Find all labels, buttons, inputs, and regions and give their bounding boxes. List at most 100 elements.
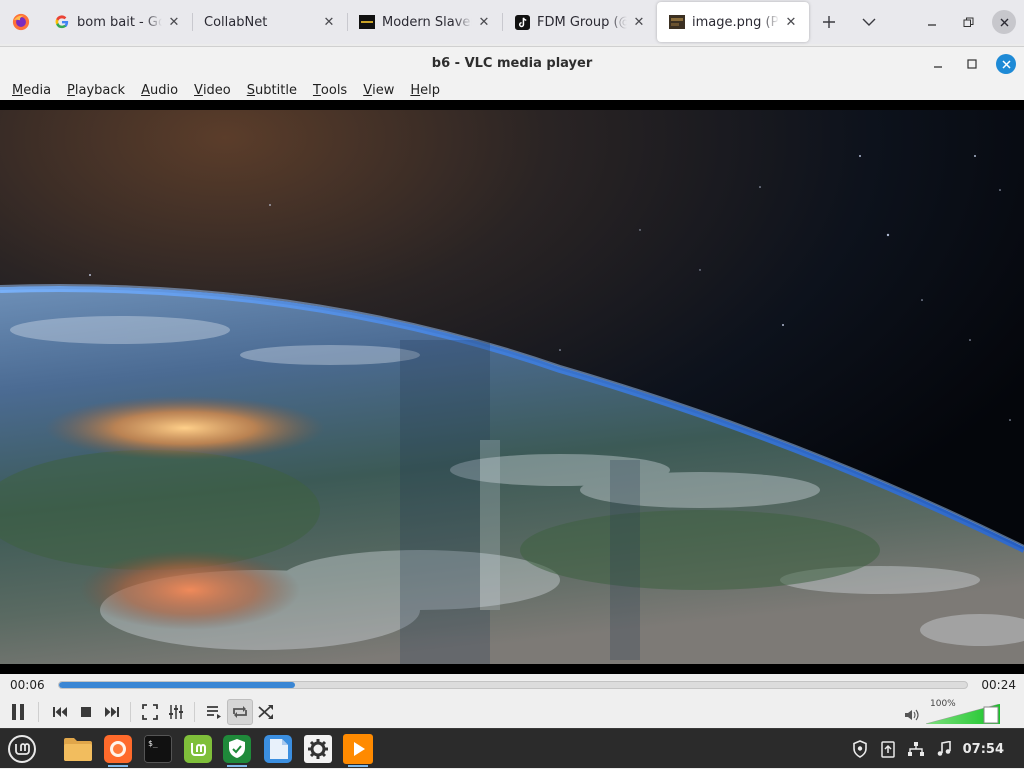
system-tray: 07:54 bbox=[851, 729, 1024, 769]
maximize-icon[interactable] bbox=[962, 54, 982, 74]
vlc-menu-bar: Media Playback Audio Video Subtitle Tool… bbox=[0, 80, 1024, 100]
next-button[interactable] bbox=[99, 699, 125, 725]
system-taskbar: $_ 07:54 bbox=[0, 728, 1024, 768]
minimize-icon[interactable] bbox=[920, 10, 944, 34]
tab-collabnet[interactable]: CollabNet ✕ bbox=[192, 2, 347, 42]
letterbox-top bbox=[0, 100, 1024, 110]
close-icon[interactable] bbox=[996, 54, 1016, 74]
letterbox-bottom bbox=[0, 664, 1024, 674]
mint-update-icon[interactable] bbox=[180, 731, 216, 767]
close-tab-icon[interactable]: ✕ bbox=[321, 14, 337, 30]
tab-fdm-group[interactable]: FDM Group (@F ✕ bbox=[502, 2, 657, 42]
equalizer-icon bbox=[169, 705, 183, 719]
menu-mnemonic: T bbox=[312, 82, 321, 98]
menu-subtitle[interactable]: Subtitle bbox=[239, 80, 305, 100]
close-tab-icon[interactable]: ✕ bbox=[631, 14, 647, 30]
site-icon bbox=[359, 14, 375, 30]
menu-video[interactable]: Video bbox=[186, 80, 239, 100]
window-title: b6 - VLC media player bbox=[431, 56, 593, 71]
menu-playback[interactable]: Playback bbox=[59, 80, 133, 100]
tiktok-icon bbox=[514, 14, 530, 30]
clipboard-icon[interactable] bbox=[879, 740, 897, 758]
terminal-icon[interactable]: $_ bbox=[140, 731, 176, 767]
previous-button[interactable] bbox=[47, 699, 73, 725]
vlc-window-controls bbox=[928, 47, 1016, 81]
fullscreen-button[interactable] bbox=[137, 699, 163, 725]
tab-title: FDM Group (@F bbox=[537, 14, 627, 30]
separator bbox=[194, 702, 195, 722]
seek-slider[interactable] bbox=[58, 681, 968, 689]
seek-row: 00:06 00:24 bbox=[0, 674, 1024, 696]
video-surface[interactable] bbox=[0, 110, 1024, 666]
menu-tools[interactable]: Tools bbox=[305, 80, 355, 100]
menu-label: elp bbox=[420, 82, 441, 98]
previous-icon bbox=[53, 707, 67, 717]
fullscreen-icon bbox=[142, 704, 158, 720]
shuffle-icon bbox=[258, 705, 273, 719]
restore-icon[interactable] bbox=[956, 10, 980, 34]
files-icon[interactable] bbox=[60, 731, 96, 767]
firefox-icon[interactable] bbox=[100, 731, 136, 767]
seek-progress-fill bbox=[59, 682, 296, 688]
firefox-icon[interactable] bbox=[0, 0, 42, 44]
playlist-icon bbox=[207, 706, 221, 719]
stop-button[interactable] bbox=[73, 699, 99, 725]
menu-help[interactable]: Help bbox=[402, 80, 448, 100]
volume-slider[interactable] bbox=[926, 704, 1000, 724]
close-icon[interactable] bbox=[992, 10, 1016, 34]
shield-icon[interactable] bbox=[219, 731, 255, 767]
loop-button[interactable] bbox=[227, 699, 253, 725]
tab-title: CollabNet bbox=[204, 14, 268, 30]
settings-icon[interactable] bbox=[300, 731, 336, 767]
menu-mnemonic: M bbox=[12, 82, 24, 98]
vlc-title-bar: b6 - VLC media player bbox=[0, 46, 1024, 80]
menu-label: layback bbox=[74, 82, 126, 98]
close-tab-icon[interactable]: ✕ bbox=[166, 14, 182, 30]
menu-label: ools bbox=[320, 82, 348, 98]
close-tab-icon[interactable]: ✕ bbox=[783, 14, 799, 30]
tab-title: Modern Slavery bbox=[382, 14, 472, 30]
volume-handle[interactable] bbox=[983, 706, 999, 724]
shuffle-button[interactable] bbox=[253, 699, 279, 725]
menu-audio[interactable]: Audio bbox=[133, 80, 186, 100]
menu-mnemonic: V bbox=[194, 82, 203, 98]
tab-modern-slavery[interactable]: Modern Slavery ✕ bbox=[347, 2, 502, 42]
plus-icon[interactable] bbox=[809, 2, 849, 42]
menu-view[interactable]: View bbox=[355, 80, 402, 100]
browser-window-controls bbox=[920, 0, 1024, 44]
music-note-icon[interactable] bbox=[935, 740, 953, 758]
menu-label: udio bbox=[149, 82, 179, 98]
tab-title: image.png (PNG bbox=[692, 14, 779, 30]
tab-image-png[interactable]: image.png (PNG ✕ bbox=[657, 2, 809, 42]
menu-label: ideo bbox=[202, 82, 231, 98]
chevron-down-icon[interactable] bbox=[849, 2, 889, 42]
network-icon[interactable] bbox=[907, 740, 925, 758]
document-viewer-icon[interactable] bbox=[260, 731, 296, 767]
tab-title: bom bait - Goog bbox=[77, 14, 162, 30]
menu-mnemonic: V bbox=[363, 82, 373, 98]
vlc-icon[interactable] bbox=[340, 731, 376, 767]
clock[interactable]: 07:54 bbox=[963, 742, 1004, 757]
extended-settings-button[interactable] bbox=[163, 699, 189, 725]
stop-icon bbox=[81, 707, 91, 717]
pause-icon bbox=[12, 704, 24, 720]
next-icon bbox=[105, 707, 119, 717]
minimize-icon[interactable] bbox=[928, 54, 948, 74]
browser-tab-strip: bom bait - Goog ✕ CollabNet ✕ Modern Sla… bbox=[0, 0, 1024, 44]
close-tab-icon[interactable]: ✕ bbox=[476, 14, 492, 30]
control-row: 100% bbox=[0, 696, 1024, 728]
menu-mnemonic: H bbox=[410, 82, 421, 98]
shield-tray-icon[interactable] bbox=[851, 740, 869, 758]
pause-button[interactable] bbox=[5, 699, 31, 725]
tab-google[interactable]: bom bait - Goog ✕ bbox=[42, 2, 192, 42]
svg-text:$_: $_ bbox=[148, 739, 158, 748]
loop-icon bbox=[233, 706, 247, 718]
menu-media[interactable]: Media bbox=[4, 80, 59, 100]
playlist-button[interactable] bbox=[201, 699, 227, 725]
mint-menu-icon[interactable] bbox=[4, 731, 40, 767]
volume-icon[interactable] bbox=[904, 708, 920, 722]
total-time: 00:24 bbox=[981, 678, 1016, 692]
menu-mnemonic: P bbox=[67, 82, 75, 98]
menu-mnemonic: A bbox=[141, 82, 150, 98]
separator bbox=[130, 702, 131, 722]
